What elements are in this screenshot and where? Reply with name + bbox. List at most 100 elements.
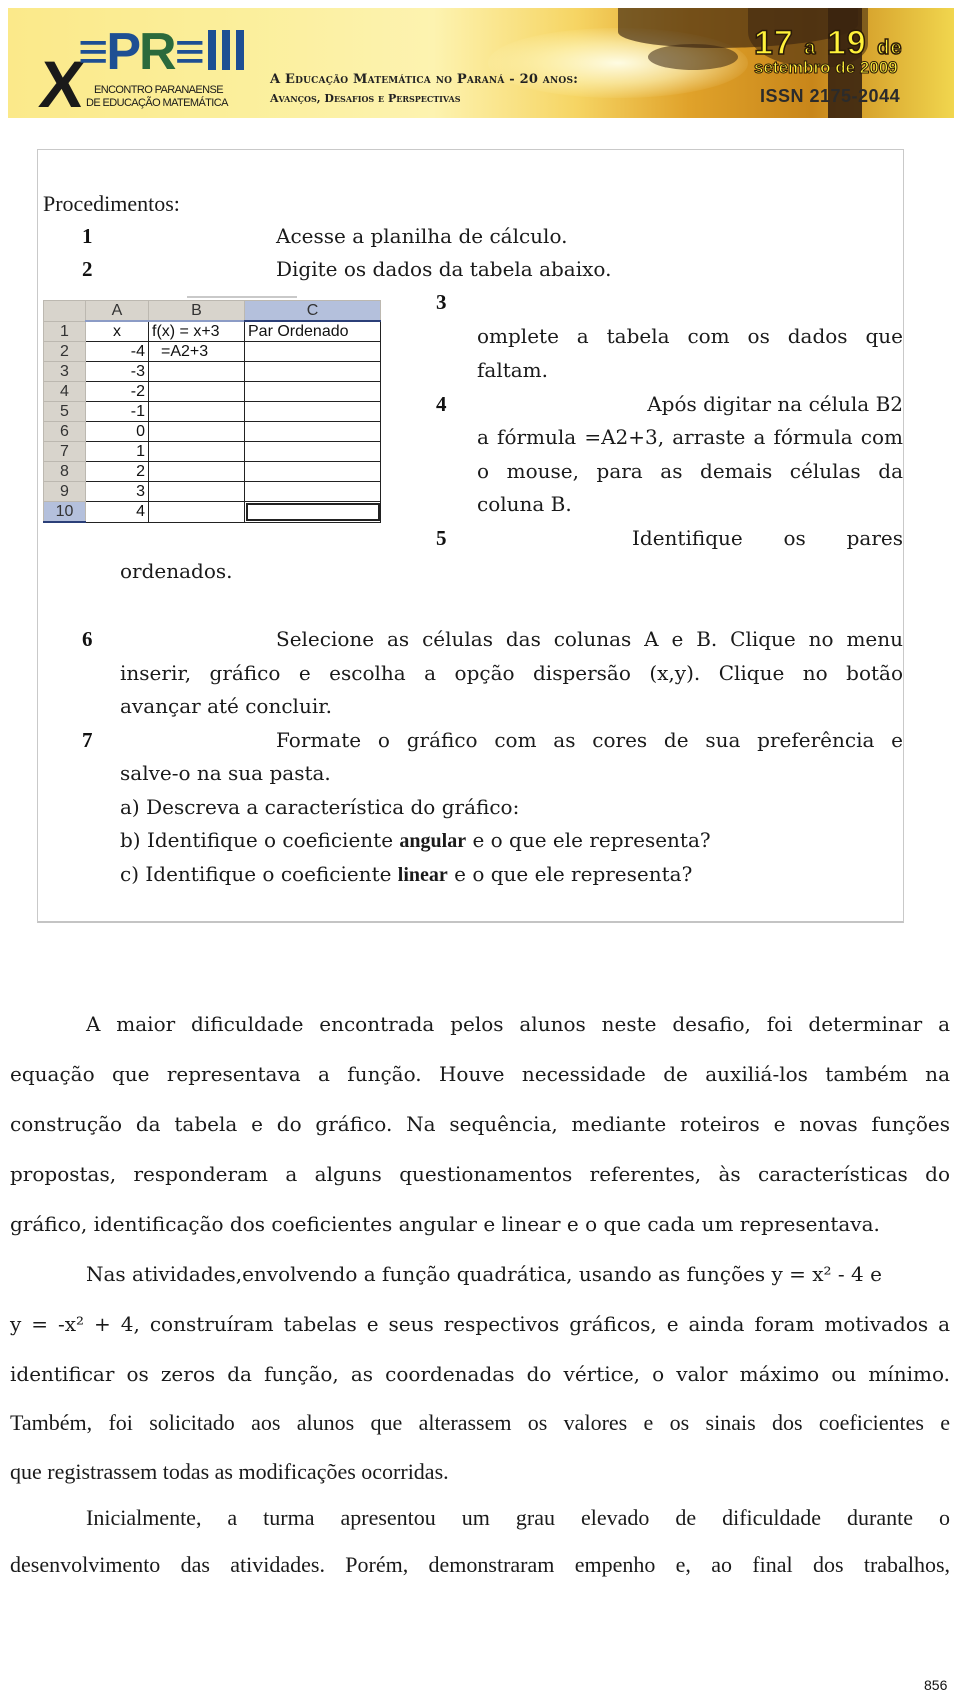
cell-c8[interactable] (244, 461, 381, 482)
question-b: b) Identifique o coeficiente angular e o… (120, 828, 711, 852)
cell-b2[interactable]: =A2+3 (148, 341, 245, 362)
step-text: faltam. (477, 358, 549, 382)
cell-c7[interactable] (244, 441, 381, 462)
step-text-justified: Identifique os pares (632, 526, 903, 550)
row-header[interactable]: 7 (43, 441, 86, 462)
cell-c5[interactable] (244, 401, 381, 422)
table-row: 1 x f(x) = x+3 Par Ordenado (43, 320, 381, 342)
paragraph-line: propostas, responderam a alguns question… (10, 1162, 950, 1186)
cell-a4[interactable]: -2 (85, 381, 149, 402)
paragraph-line: desenvolvimento das atividades. Porém, d… (10, 1552, 950, 1577)
cell-a2[interactable]: -4 (85, 341, 149, 362)
step-number: 1 (82, 224, 93, 248)
emphasis-linear: linear (397, 864, 448, 886)
step-text: ordenados. (120, 559, 233, 583)
cell-c9[interactable] (244, 481, 381, 502)
paragraph-line: Inicialmente, a turma apresentou um grau… (86, 1505, 950, 1530)
banner-tree-silhouette (648, 44, 738, 70)
step-text-justified: a fórmula =A2+3, arraste a fórmula com (477, 425, 903, 449)
event-month-year: setembro de 2009 (754, 58, 899, 78)
table-row: 5 -1 (43, 401, 381, 422)
cell-b8[interactable] (148, 461, 245, 482)
step-text: Acesse a planilha de cálculo. (276, 224, 568, 248)
question-c: c) Identifique o coeficiente linear e o … (120, 862, 693, 886)
cell-b9[interactable] (148, 481, 245, 502)
step-text: Digite os dados da tabela abaixo. (276, 257, 612, 281)
cell-b3[interactable] (148, 361, 245, 382)
conference-banner: X ≡PR≡ Encontro Paranaense de Educação M… (8, 8, 954, 118)
step-number: 6 (82, 627, 93, 651)
row-header[interactable]: 1 (43, 320, 86, 342)
row-header[interactable]: 5 (43, 401, 86, 422)
paragraph-line: gráfico, identificação dos coeficientes … (10, 1212, 880, 1236)
logo-bars-icon (208, 30, 244, 70)
step-text-justified: o mouse, para as demais células da (477, 459, 903, 483)
row-header[interactable]: 8 (43, 461, 86, 482)
paragraph-line: y = -x² + 4, construíram tabelas e seus … (10, 1312, 950, 1336)
issn-label: ISSN 2175-2044 (760, 86, 901, 106)
banner-tagline: A Educação Matemática no Paraná - 20 ano… (270, 72, 579, 87)
corner-cell[interactable] (43, 300, 86, 322)
paragraph-line: Nas atividades,envolvendo a função quadr… (86, 1262, 882, 1286)
banner-subtagline: Avanços, Desafios e Perspectivas (270, 92, 461, 105)
column-header-b[interactable]: B (148, 300, 245, 322)
step-number: 7 (82, 728, 93, 752)
step-text: coluna B. (477, 492, 572, 516)
table-row: 3 -3 (43, 361, 381, 382)
sheet-toolbar-edge (187, 296, 297, 298)
emphasis-angular: angular (399, 830, 467, 852)
cell-b10[interactable] (148, 501, 245, 523)
row-header[interactable]: 10 (43, 501, 86, 523)
cell-a1[interactable]: x (85, 320, 149, 342)
cell-a10[interactable]: 4 (85, 501, 149, 523)
column-header-a[interactable]: A (85, 300, 149, 322)
cell-c3[interactable] (244, 361, 381, 382)
row-header[interactable]: 4 (43, 381, 86, 402)
cell-c6[interactable] (244, 421, 381, 442)
step-number: 2 (82, 257, 93, 281)
cell-c10-active[interactable] (244, 501, 381, 523)
logo-subtitle: Encontro Paranaense de Educação Matemáti… (86, 84, 228, 109)
cell-b4[interactable] (148, 381, 245, 402)
paragraph-line: identificar os zeros da função, as coord… (10, 1362, 950, 1386)
step-number: 5 (436, 526, 447, 550)
cell-a8[interactable]: 2 (85, 461, 149, 482)
cell-b1[interactable]: f(x) = x+3 (148, 320, 245, 342)
step-text-justified: inserir, gráfico e escolha a opção dispe… (120, 661, 903, 685)
cell-a3[interactable]: -3 (85, 361, 149, 382)
cell-a9[interactable]: 3 (85, 481, 149, 502)
row-header[interactable]: 3 (43, 361, 86, 382)
cell-b5[interactable] (148, 401, 245, 422)
cell-a6[interactable]: 0 (85, 421, 149, 442)
paragraph-line: equação que representava a função. Houve… (10, 1062, 950, 1086)
row-header[interactable]: 2 (43, 341, 86, 362)
step-number: 4 (436, 392, 447, 416)
step-text: avançar até concluir. (120, 694, 332, 718)
step-number: 3 (436, 290, 447, 314)
row-header[interactable]: 9 (43, 481, 86, 502)
procedures-heading: Procedimentos: (43, 191, 180, 216)
cell-a5[interactable]: -1 (85, 401, 149, 422)
table-row: 6 0 (43, 421, 381, 442)
logo-wordmark: ≡PR≡ (78, 23, 205, 81)
cell-b7[interactable] (148, 441, 245, 462)
cell-c1[interactable]: Par Ordenado (244, 320, 381, 342)
paragraph-line: construção da tabela e do gráfico. Na se… (10, 1112, 950, 1136)
column-header-c[interactable]: C (244, 300, 381, 322)
row-header[interactable]: 6 (43, 421, 86, 442)
cell-c4[interactable] (244, 381, 381, 402)
table-row: 2 -4 =A2+3 (43, 341, 381, 362)
step-text-justified: omplete a tabela com os dados que (477, 324, 903, 348)
step-text-justified: Formate o gráfico com as cores de sua pr… (276, 728, 903, 752)
cell-a7[interactable]: 1 (85, 441, 149, 462)
paragraph-line: que registrassem todas as modificações o… (10, 1459, 449, 1484)
step-text-justified: Selecione as células das colunas A e B. … (276, 627, 903, 651)
cell-c2[interactable] (244, 341, 381, 362)
column-header-row: A B C (43, 300, 381, 322)
paragraph-line: Também, foi solicitado aos alunos que al… (10, 1410, 950, 1435)
cell-b6[interactable] (148, 421, 245, 442)
table-row: 9 3 (43, 481, 381, 502)
spreadsheet-table: A B C 1 x f(x) = x+3 Par Ordenado 2 -4 =… (43, 300, 381, 523)
table-row: 7 1 (43, 441, 381, 462)
page-number: 856 (924, 1677, 948, 1693)
